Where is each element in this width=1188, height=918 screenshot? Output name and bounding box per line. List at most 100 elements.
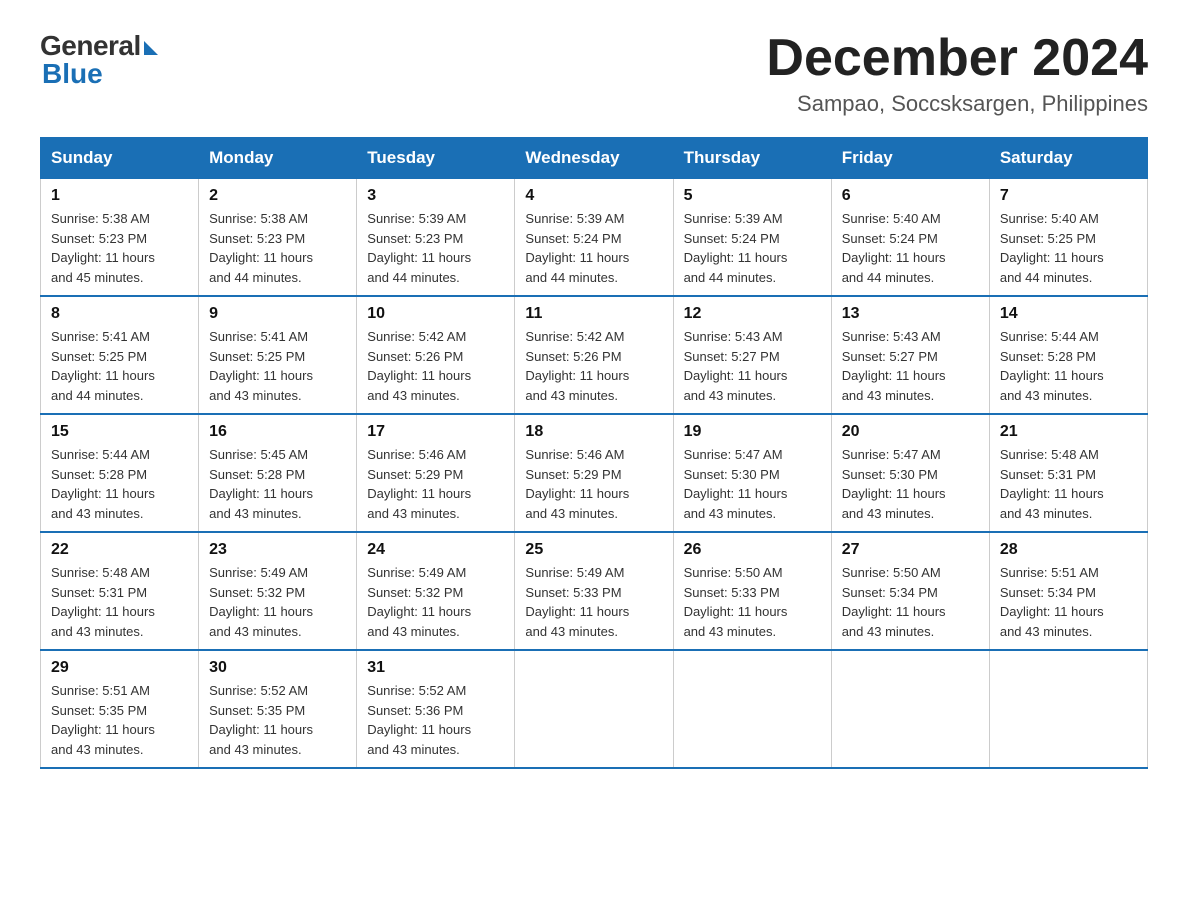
- day-number: 9: [209, 305, 346, 323]
- day-number: 12: [684, 305, 821, 323]
- day-cell: 26 Sunrise: 5:50 AMSunset: 5:33 PMDayligh…: [673, 532, 831, 650]
- day-number: 8: [51, 305, 188, 323]
- day-number: 11: [525, 305, 662, 323]
- day-cell: 6 Sunrise: 5:40 AMSunset: 5:24 PMDaylight…: [831, 179, 989, 297]
- week-row-0: 1 Sunrise: 5:38 AMSunset: 5:23 PMDaylight…: [41, 179, 1148, 297]
- day-number: 7: [1000, 187, 1137, 205]
- day-number: 15: [51, 423, 188, 441]
- day-number: 25: [525, 541, 662, 559]
- title-block: December 2024 Sampao, Soccsksargen, Phil…: [766, 30, 1148, 117]
- day-detail: Sunrise: 5:46 AMSunset: 5:29 PMDaylight:…: [525, 445, 662, 523]
- day-number: 22: [51, 541, 188, 559]
- day-detail: Sunrise: 5:50 AMSunset: 5:34 PMDaylight:…: [842, 563, 979, 641]
- day-detail: Sunrise: 5:44 AMSunset: 5:28 PMDaylight:…: [1000, 327, 1137, 405]
- day-number: 31: [367, 659, 504, 677]
- header-cell-friday: Friday: [831, 138, 989, 179]
- day-cell: 13Sunrise: 5:43 AMSunset: 5:27 PMDayligh…: [831, 296, 989, 414]
- day-cell: [673, 650, 831, 768]
- day-cell: 27Sunrise: 5:50 AMSunset: 5:34 PMDayligh…: [831, 532, 989, 650]
- day-cell: 21Sunrise: 5:48 AMSunset: 5:31 PMDayligh…: [989, 414, 1147, 532]
- day-cell: [515, 650, 673, 768]
- day-cell: 3Sunrise: 5:39 AMSunset: 5:23 PMDaylight…: [357, 179, 515, 297]
- day-detail: Sunrise: 5:41 AMSunset: 5:25 PMDaylight:…: [209, 327, 346, 405]
- day-cell: 12 Sunrise: 5:43 AMSunset: 5:27 PMDayligh…: [673, 296, 831, 414]
- day-cell: 19 Sunrise: 5:47 AMSunset: 5:30 PMDayligh…: [673, 414, 831, 532]
- day-cell: 29Sunrise: 5:51 AMSunset: 5:35 PMDayligh…: [41, 650, 199, 768]
- day-number: 26: [684, 541, 821, 559]
- day-detail: Sunrise: 5:40 AMSunset: 5:25 PMDaylight:…: [1000, 209, 1137, 287]
- week-row-3: 22 Sunrise: 5:48 AMSunset: 5:31 PMDayligh…: [41, 532, 1148, 650]
- day-number: 3: [367, 187, 504, 205]
- day-number: 4: [525, 187, 662, 205]
- day-number: 1: [51, 187, 188, 205]
- logo-blue-text: Blue: [42, 58, 103, 90]
- calendar-table: SundayMondayTuesdayWednesdayThursdayFrid…: [40, 137, 1148, 769]
- day-number: 17: [367, 423, 504, 441]
- day-cell: 24 Sunrise: 5:49 AMSunset: 5:32 PMDayligh…: [357, 532, 515, 650]
- header-cell-thursday: Thursday: [673, 138, 831, 179]
- day-detail: Sunrise: 5:43 AMSunset: 5:27 PMDaylight:…: [684, 327, 821, 405]
- day-detail: Sunrise: 5:47 AMSunset: 5:30 PMDaylight:…: [842, 445, 979, 523]
- day-cell: [831, 650, 989, 768]
- day-cell: 20 Sunrise: 5:47 AMSunset: 5:30 PMDayligh…: [831, 414, 989, 532]
- day-detail: Sunrise: 5:51 AMSunset: 5:34 PMDaylight:…: [1000, 563, 1137, 641]
- day-cell: 8 Sunrise: 5:41 AMSunset: 5:25 PMDaylight…: [41, 296, 199, 414]
- day-cell: 16 Sunrise: 5:45 AMSunset: 5:28 PMDayligh…: [199, 414, 357, 532]
- day-cell: 22 Sunrise: 5:48 AMSunset: 5:31 PMDayligh…: [41, 532, 199, 650]
- day-detail: Sunrise: 5:42 AMSunset: 5:26 PMDaylight:…: [367, 327, 504, 405]
- day-cell: 25 Sunrise: 5:49 AMSunset: 5:33 PMDayligh…: [515, 532, 673, 650]
- day-detail: Sunrise: 5:48 AMSunset: 5:31 PMDaylight:…: [1000, 445, 1137, 523]
- day-detail: Sunrise: 5:45 AMSunset: 5:28 PMDaylight:…: [209, 445, 346, 523]
- day-number: 19: [684, 423, 821, 441]
- header-cell-sunday: Sunday: [41, 138, 199, 179]
- day-detail: Sunrise: 5:39 AMSunset: 5:24 PMDaylight:…: [525, 209, 662, 287]
- day-cell: 17Sunrise: 5:46 AMSunset: 5:29 PMDayligh…: [357, 414, 515, 532]
- day-cell: 9 Sunrise: 5:41 AMSunset: 5:25 PMDaylight…: [199, 296, 357, 414]
- day-cell: 30Sunrise: 5:52 AMSunset: 5:35 PMDayligh…: [199, 650, 357, 768]
- week-row-2: 15 Sunrise: 5:44 AMSunset: 5:28 PMDayligh…: [41, 414, 1148, 532]
- day-detail: Sunrise: 5:52 AMSunset: 5:36 PMDaylight:…: [367, 681, 504, 759]
- location-title: Sampao, Soccsksargen, Philippines: [766, 91, 1148, 117]
- day-cell: 10 Sunrise: 5:42 AMSunset: 5:26 PMDayligh…: [357, 296, 515, 414]
- day-cell: 31 Sunrise: 5:52 AMSunset: 5:36 PMDayligh…: [357, 650, 515, 768]
- day-cell: 15 Sunrise: 5:44 AMSunset: 5:28 PMDayligh…: [41, 414, 199, 532]
- day-detail: Sunrise: 5:51 AMSunset: 5:35 PMDaylight:…: [51, 681, 188, 759]
- day-number: 6: [842, 187, 979, 205]
- header-cell-wednesday: Wednesday: [515, 138, 673, 179]
- day-detail: Sunrise: 5:44 AMSunset: 5:28 PMDaylight:…: [51, 445, 188, 523]
- day-number: 24: [367, 541, 504, 559]
- day-number: 13: [842, 305, 979, 323]
- day-detail: Sunrise: 5:49 AMSunset: 5:32 PMDaylight:…: [367, 563, 504, 641]
- day-detail: Sunrise: 5:47 AMSunset: 5:30 PMDaylight:…: [684, 445, 821, 523]
- day-detail: Sunrise: 5:48 AMSunset: 5:31 PMDaylight:…: [51, 563, 188, 641]
- day-cell: 1 Sunrise: 5:38 AMSunset: 5:23 PMDaylight…: [41, 179, 199, 297]
- day-detail: Sunrise: 5:52 AMSunset: 5:35 PMDaylight:…: [209, 681, 346, 759]
- calendar-body: 1 Sunrise: 5:38 AMSunset: 5:23 PMDaylight…: [41, 179, 1148, 769]
- header-cell-tuesday: Tuesday: [357, 138, 515, 179]
- day-cell: 7 Sunrise: 5:40 AMSunset: 5:25 PMDaylight…: [989, 179, 1147, 297]
- day-number: 14: [1000, 305, 1137, 323]
- day-number: 23: [209, 541, 346, 559]
- day-detail: Sunrise: 5:49 AMSunset: 5:32 PMDaylight:…: [209, 563, 346, 641]
- day-detail: Sunrise: 5:40 AMSunset: 5:24 PMDaylight:…: [842, 209, 979, 287]
- day-cell: 18Sunrise: 5:46 AMSunset: 5:29 PMDayligh…: [515, 414, 673, 532]
- day-number: 28: [1000, 541, 1137, 559]
- day-detail: Sunrise: 5:39 AMSunset: 5:24 PMDaylight:…: [684, 209, 821, 287]
- day-detail: Sunrise: 5:38 AMSunset: 5:23 PMDaylight:…: [209, 209, 346, 287]
- logo: General Blue: [40, 30, 158, 90]
- day-detail: Sunrise: 5:41 AMSunset: 5:25 PMDaylight:…: [51, 327, 188, 405]
- day-cell: 4 Sunrise: 5:39 AMSunset: 5:24 PMDaylight…: [515, 179, 673, 297]
- day-cell: 5 Sunrise: 5:39 AMSunset: 5:24 PMDaylight…: [673, 179, 831, 297]
- day-detail: Sunrise: 5:49 AMSunset: 5:33 PMDaylight:…: [525, 563, 662, 641]
- day-number: 5: [684, 187, 821, 205]
- day-number: 10: [367, 305, 504, 323]
- day-number: 16: [209, 423, 346, 441]
- day-number: 20: [842, 423, 979, 441]
- day-detail: Sunrise: 5:38 AMSunset: 5:23 PMDaylight:…: [51, 209, 188, 287]
- day-cell: 2Sunrise: 5:38 AMSunset: 5:23 PMDaylight…: [199, 179, 357, 297]
- header-cell-saturday: Saturday: [989, 138, 1147, 179]
- day-detail: Sunrise: 5:50 AMSunset: 5:33 PMDaylight:…: [684, 563, 821, 641]
- logo-arrow-icon: [144, 41, 158, 55]
- day-detail: Sunrise: 5:42 AMSunset: 5:26 PMDaylight:…: [525, 327, 662, 405]
- page-header: General Blue December 2024 Sampao, Soccs…: [40, 30, 1148, 117]
